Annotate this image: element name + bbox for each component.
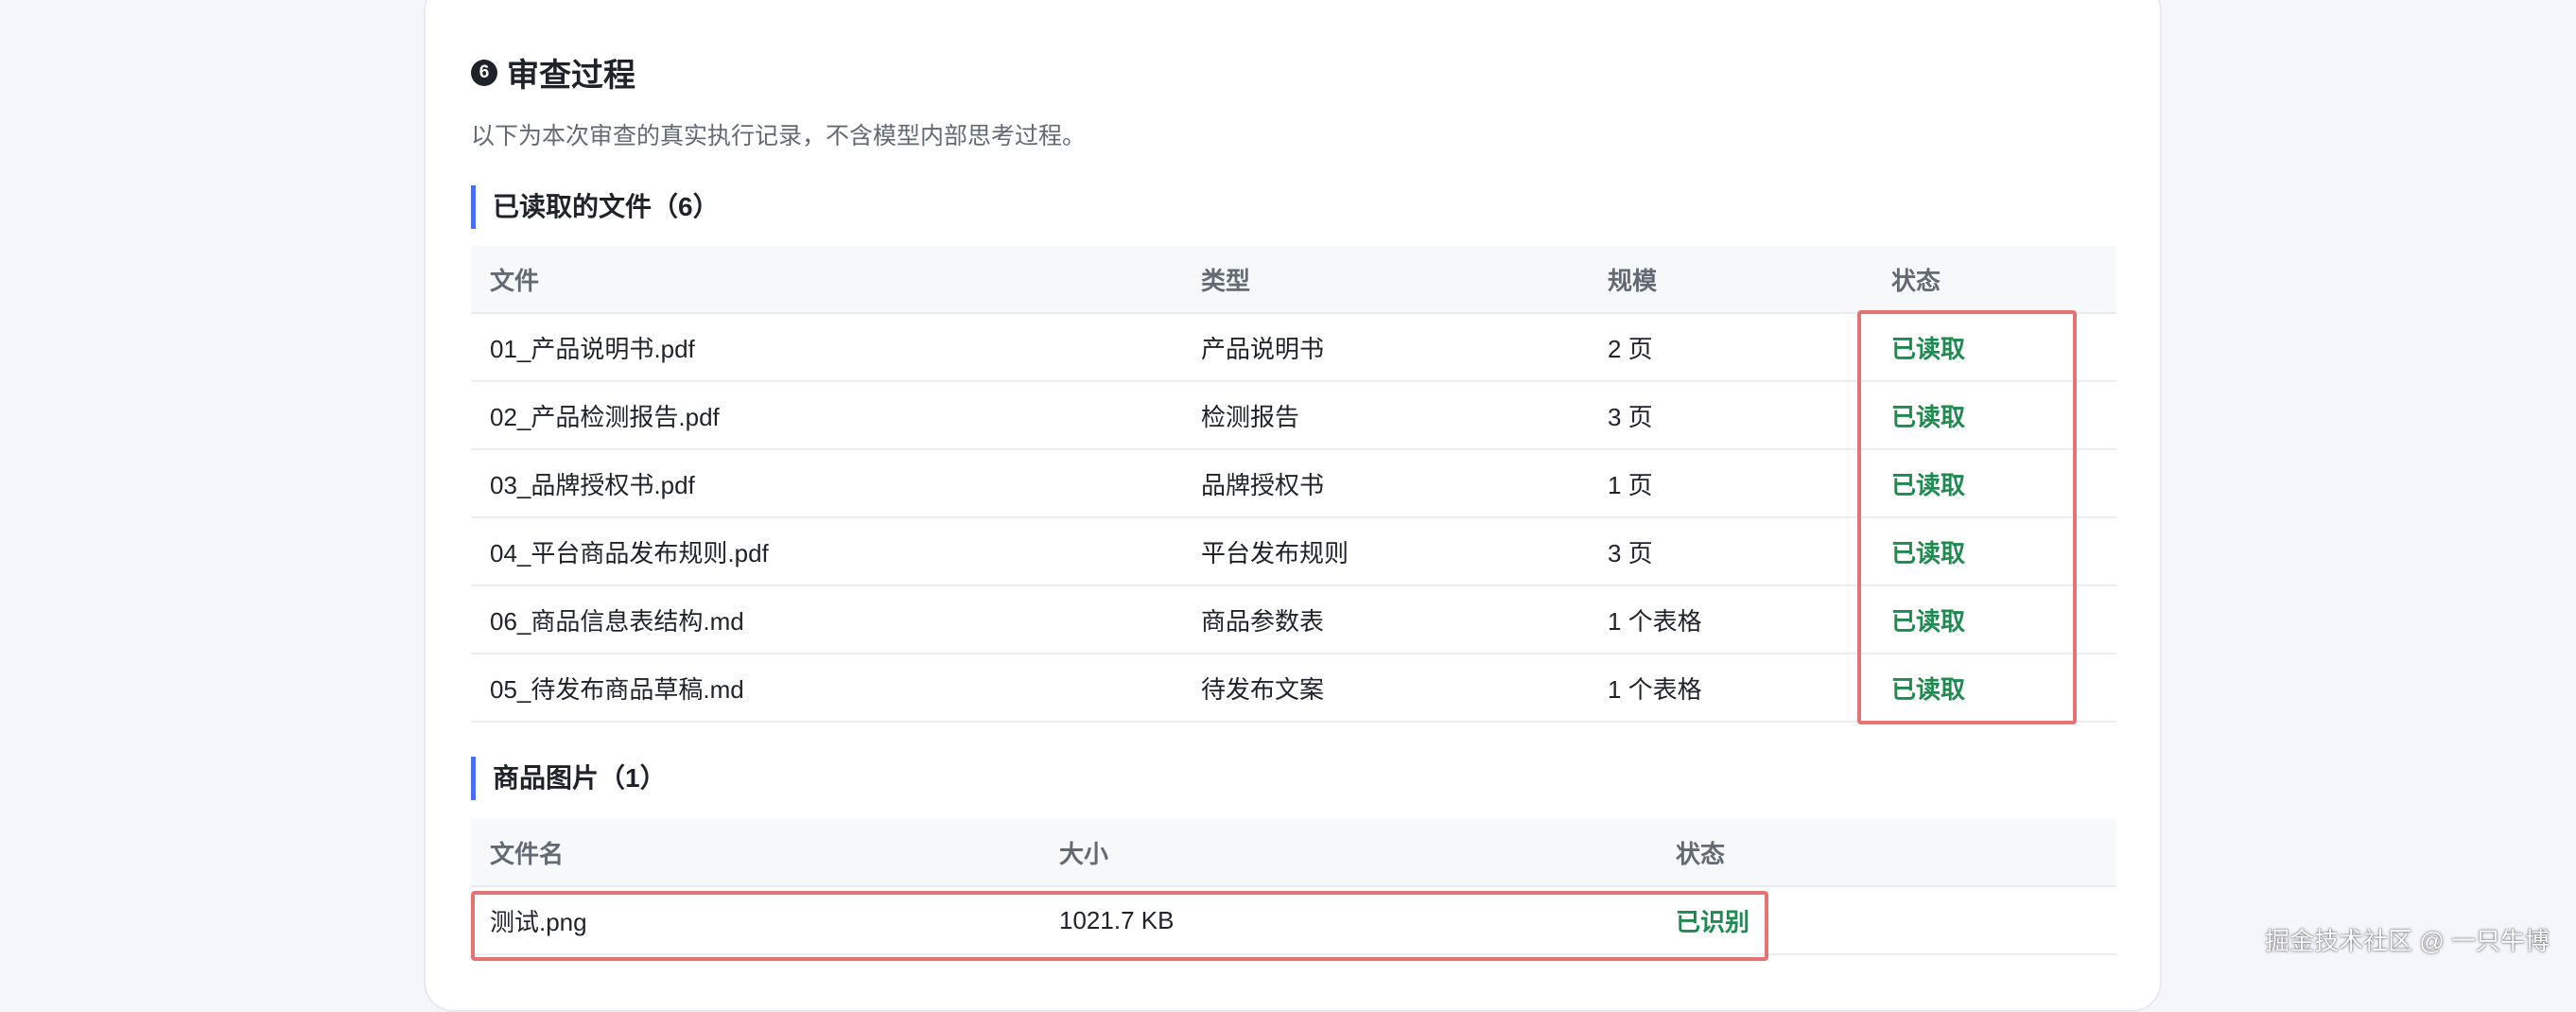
file-name-cell: 06_商品信息表结构.md xyxy=(471,585,1182,654)
column-header-status: 状态 xyxy=(1872,246,2116,313)
table-row: 03_品牌授权书.pdf 品牌授权书 1 页 已读取 xyxy=(471,449,2116,517)
column-header-file: 文件 xyxy=(471,246,1182,313)
section-subtitle: 以下为本次审查的真实执行记录，不含模型内部思考过程。 xyxy=(471,117,1086,151)
column-header-size: 规模 xyxy=(1589,246,1872,313)
table-row: 测试.png 1021.7 KB 已识别 xyxy=(471,886,2116,954)
column-header-type: 类型 xyxy=(1182,246,1589,313)
table-row: 05_待发布商品草稿.md 待发布文案 1 个表格 已读取 xyxy=(471,654,2116,722)
product-images-heading: 商品图片（1） xyxy=(471,757,667,800)
table-row: 06_商品信息表结构.md 商品参数表 1 个表格 已读取 xyxy=(471,585,2116,654)
file-size-cell: 1 页 xyxy=(1589,449,1872,517)
table-row: 04_平台商品发布规则.pdf 平台发布规则 3 页 已读取 xyxy=(471,517,2116,585)
file-name-cell: 04_平台商品发布规则.pdf xyxy=(471,517,1182,585)
section-title-text: 审查过程 xyxy=(507,49,635,96)
file-status-cell: 已读取 xyxy=(1872,517,2116,585)
file-size-cell: 3 页 xyxy=(1589,381,1872,449)
file-status-cell: 已读取 xyxy=(1872,449,2116,517)
column-header-size: 大小 xyxy=(1040,819,1657,886)
file-type-cell: 检测报告 xyxy=(1182,381,1589,449)
files-read-heading: 已读取的文件（6） xyxy=(471,185,720,229)
file-name-cell: 01_产品说明书.pdf xyxy=(471,313,1182,381)
file-status-cell: 已读取 xyxy=(1872,654,2116,722)
product-images-table: 文件名 大小 状态 测试.png 1021.7 KB 已识别 xyxy=(471,819,2116,955)
file-name-cell: 05_待发布商品草稿.md xyxy=(471,654,1182,722)
file-type-cell: 品牌授权书 xyxy=(1182,449,1589,517)
file-name-cell: 03_品牌授权书.pdf xyxy=(471,449,1182,517)
column-header-status: 状态 xyxy=(1657,819,2116,886)
file-type-cell: 平台发布规则 xyxy=(1182,517,1589,585)
file-status-cell: 已读取 xyxy=(1872,381,2116,449)
file-type-cell: 产品说明书 xyxy=(1182,313,1589,381)
file-type-cell: 商品参数表 xyxy=(1182,585,1589,654)
file-size-cell: 3 页 xyxy=(1589,517,1872,585)
file-size-cell: 1 个表格 xyxy=(1589,585,1872,654)
file-name-cell: 02_产品检测报告.pdf xyxy=(471,381,1182,449)
files-read-table: 文件 类型 规模 状态 01_产品说明书.pdf 产品说明书 2 页 已读取 0… xyxy=(471,246,2116,723)
section-title: 6 审查过程 xyxy=(471,49,635,96)
image-status-cell: 已识别 xyxy=(1657,886,2116,954)
table-row: 01_产品说明书.pdf 产品说明书 2 页 已读取 xyxy=(471,313,2116,381)
table-header-row: 文件名 大小 状态 xyxy=(471,819,2116,886)
watermark: 掘金技术社区 @ 一只牛博 xyxy=(2265,922,2550,957)
column-header-filename: 文件名 xyxy=(471,819,1040,886)
file-size-cell: 2 页 xyxy=(1589,313,1872,381)
file-size-cell: 1 个表格 xyxy=(1589,654,1872,722)
image-name-cell: 测试.png xyxy=(471,886,1040,954)
table-row: 02_产品检测报告.pdf 检测报告 3 页 已读取 xyxy=(471,381,2116,449)
table-header-row: 文件 类型 规模 状态 xyxy=(471,246,2116,313)
section-number-badge: 6 xyxy=(471,60,497,86)
file-type-cell: 待发布文案 xyxy=(1182,654,1589,722)
file-status-cell: 已读取 xyxy=(1872,313,2116,381)
file-status-cell: 已读取 xyxy=(1872,585,2116,654)
image-size-cell: 1021.7 KB xyxy=(1040,886,1657,954)
